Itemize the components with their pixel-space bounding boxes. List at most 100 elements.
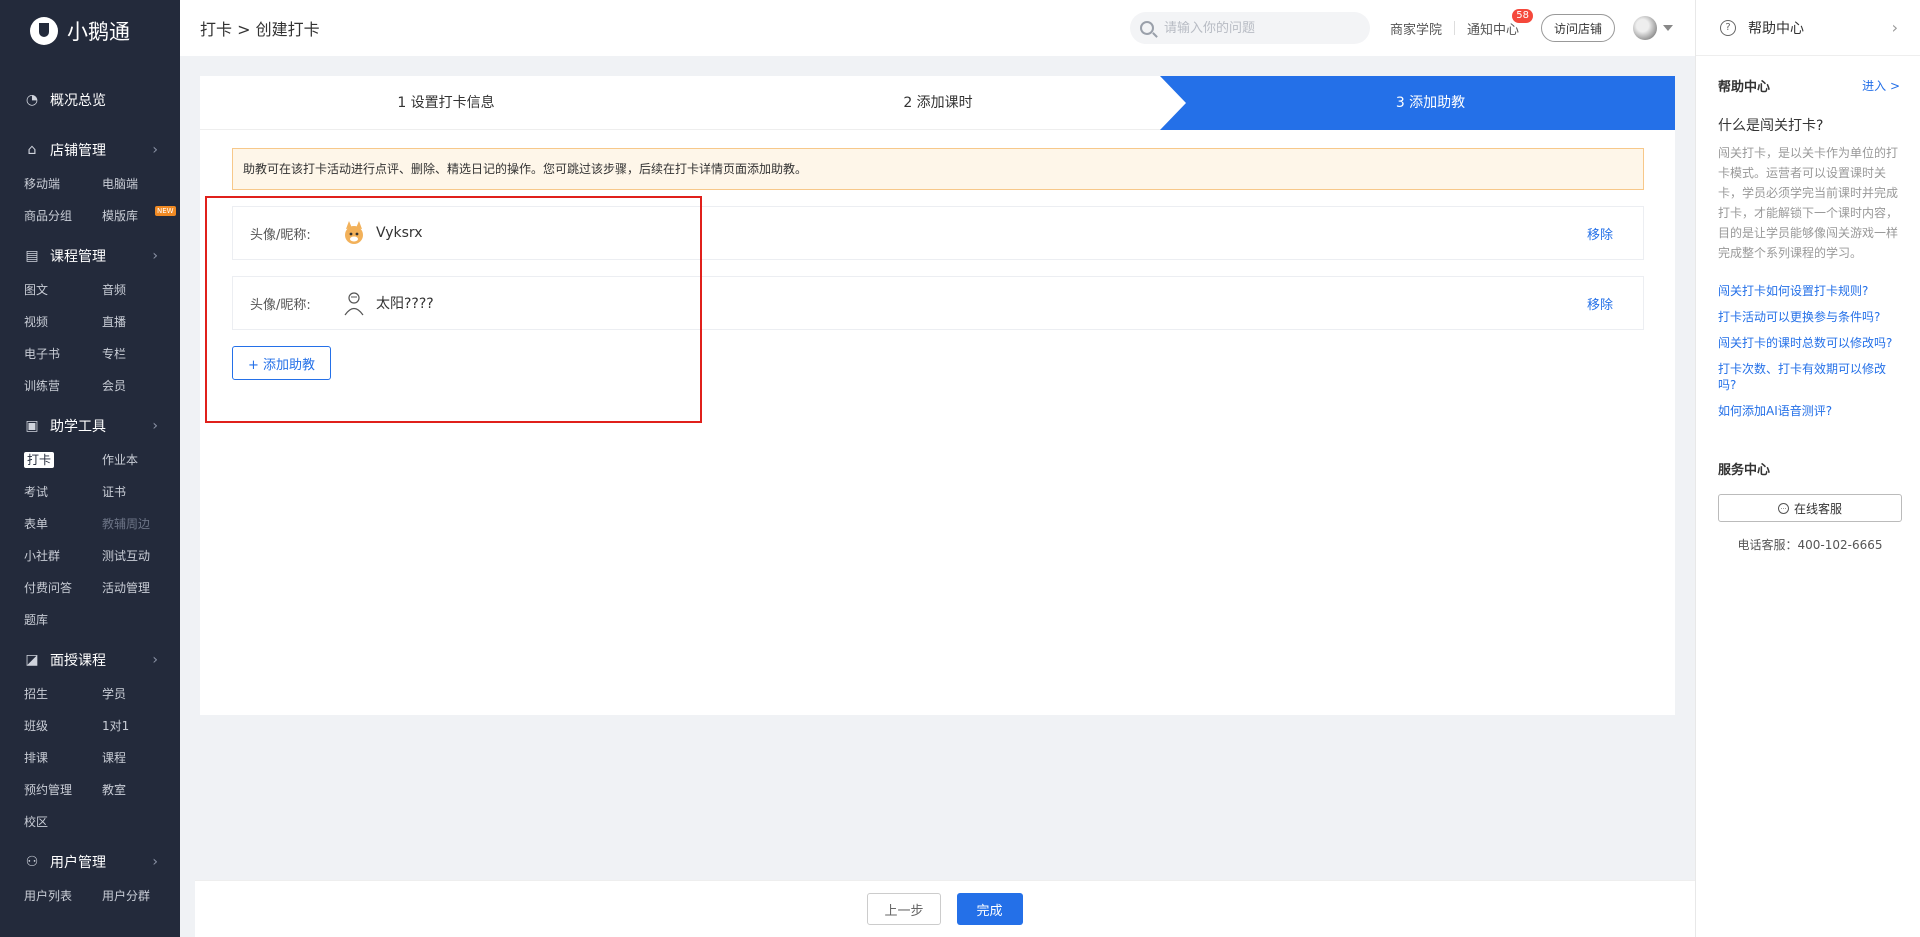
nav-item-question-bank[interactable]: 题库: [24, 604, 102, 636]
logo-icon: [30, 17, 58, 45]
avatar-nickname-label: 头像/昵称:: [250, 227, 311, 243]
sidebar: 小鹅通 ◔ 概况总览 ⌂ 店铺管理 › 移动端 电脑端 商品分组 模版库 NEW …: [0, 0, 180, 937]
assistant-row: 头像/昵称: Vyksrx 移除: [232, 206, 1644, 260]
nav-item-campus[interactable]: 校区: [24, 806, 102, 838]
nav-offline[interactable]: ◪ 面授课程 ›: [24, 642, 158, 678]
step-1: 1 设置打卡信息: [397, 95, 495, 111]
nav-item-class[interactable]: 班级: [24, 710, 102, 742]
breadcrumb: 打卡 > 创建打卡: [200, 20, 320, 39]
academy-link[interactable]: 商家学院: [1390, 19, 1442, 38]
nav-item-one-on-one[interactable]: 1对1: [102, 710, 180, 742]
nav-item-schedule[interactable]: 排课: [24, 742, 102, 774]
assistant-name: Vyksrx: [376, 225, 423, 241]
prev-step-button[interactable]: 上一步: [867, 893, 941, 925]
nav-item-form[interactable]: 表单: [24, 508, 102, 540]
dashboard-icon: ◔: [25, 92, 39, 108]
caret-down-icon[interactable]: [1663, 25, 1673, 31]
help-link[interactable]: 闯关打卡如何设置打卡规则?: [1718, 283, 1900, 299]
nav-item-enroll[interactable]: 招生: [24, 678, 102, 710]
help-panel-header[interactable]: ? 帮助中心 ›: [1696, 0, 1920, 56]
nav-item-product-group[interactable]: 商品分组: [24, 200, 102, 232]
search-input[interactable]: [1163, 20, 1354, 36]
nav-item-user-segment[interactable]: 用户分群: [102, 880, 180, 912]
nav-item-certificate[interactable]: 证书: [102, 476, 180, 508]
nav-item-activity[interactable]: 活动管理: [102, 572, 180, 604]
service-phone: 电话客服：400-102-6665: [1737, 538, 1883, 552]
nav-item-pc[interactable]: 电脑端: [102, 168, 180, 200]
nav-item-template[interactable]: 模版库 NEW: [102, 200, 180, 232]
nav-item-community[interactable]: 小社群: [24, 540, 102, 572]
help-description: 闯关打卡，是以关卡作为单位的打卡模式。运营者可以设置课时关卡，学员必须学完当前课…: [1718, 146, 1899, 260]
nav-item-mobile[interactable]: 移动端: [24, 168, 102, 200]
notice-center-label: 通知中心: [1466, 22, 1519, 38]
nav-item-checkin-label: 打卡: [24, 452, 55, 468]
nav-store-label: 店铺管理: [50, 143, 106, 159]
help-link[interactable]: 如何添加AI语音测评?: [1718, 403, 1900, 419]
notice-count-badge: 58: [1512, 8, 1533, 23]
nav-item-member[interactable]: 会员: [102, 370, 180, 402]
service-center-title: 服务中心: [1718, 463, 1771, 478]
steps-bar: 1 设置打卡信息 2 添加课时 3 添加助教: [200, 76, 1675, 130]
nav-course[interactable]: ▤ 课程管理 ›: [24, 238, 158, 274]
nav-offline-label: 面授课程: [50, 653, 106, 669]
footer-bar: 上一步 完成: [195, 880, 1695, 937]
nav-item-audio[interactable]: 音频: [102, 274, 180, 306]
logo[interactable]: 小鹅通: [0, 0, 180, 62]
avatar-nickname-label: 头像/昵称:: [250, 297, 311, 313]
nav-item-paid-qa[interactable]: 付费问答: [24, 572, 102, 604]
nav-item-column[interactable]: 专栏: [102, 338, 180, 370]
nav-item-article[interactable]: 图文: [24, 274, 102, 306]
nav-item-materials[interactable]: 教辅周边: [102, 508, 180, 540]
new-badge: NEW: [155, 206, 176, 216]
help-links: 闯关打卡如何设置打卡规则? 打卡活动可以更换参与条件吗? 闯关打卡的课时总数可以…: [1718, 283, 1900, 419]
nav-tools[interactable]: ▣ 助学工具 ›: [24, 408, 158, 444]
course-icon: ▤: [25, 248, 39, 264]
logo-text: 小鹅通: [67, 20, 130, 44]
add-assistant-button[interactable]: + 添加助教: [232, 346, 332, 380]
main-card: 1 设置打卡信息 2 添加课时 3 添加助教 助教可在该打卡活动进行点评、删除、…: [200, 76, 1675, 715]
remove-link[interactable]: 移除: [1587, 294, 1613, 313]
assistant-row: 头像/昵称: 太阳???? 移除: [232, 276, 1644, 330]
help-panel: ? 帮助中心 › 帮助中心 进入 > 什么是闯关打卡? 闯关打卡，是以关卡作为单…: [1695, 0, 1920, 937]
nav-item-checkin[interactable]: 打卡: [24, 444, 102, 476]
divider: [1453, 21, 1455, 35]
nav-dashboard[interactable]: ◔ 概况总览: [24, 82, 158, 118]
nav-item-camp[interactable]: 训练营: [24, 370, 102, 402]
help-link[interactable]: 打卡活动可以更换参与条件吗?: [1718, 309, 1900, 325]
nav-item-user-list[interactable]: 用户列表: [24, 880, 102, 912]
nav-item-template-label: 模版库: [102, 209, 139, 223]
chevron-right-icon: ›: [152, 142, 158, 158]
nav-item-video[interactable]: 视频: [24, 306, 102, 338]
help-link[interactable]: 闯关打卡的课时总数可以修改吗?: [1718, 335, 1900, 351]
top-header: 打卡 > 创建打卡 商家学院 通知中心 58 访问店铺: [180, 0, 1695, 56]
nav-item-lesson[interactable]: 课程: [102, 742, 180, 774]
online-service-button[interactable]: … 在线客服: [1718, 494, 1902, 522]
nav-item-students[interactable]: 学员: [102, 678, 180, 710]
chat-bubble-icon: …: [1777, 502, 1789, 514]
visit-store-button[interactable]: 访问店铺: [1540, 14, 1615, 42]
info-alert: 助教可在该打卡活动进行点评、删除、精选日记的操作。您可跳过该步骤，后续在打卡详情…: [232, 148, 1644, 190]
help-link[interactable]: 打卡次数、打卡有效期可以修改吗?: [1718, 361, 1900, 393]
step-2: 2 添加课时: [903, 95, 973, 111]
nav-item-ebook[interactable]: 电子书: [24, 338, 102, 370]
nav-item-exam[interactable]: 考试: [24, 476, 102, 508]
nav-item-quiz[interactable]: 测试互动: [102, 540, 180, 572]
user-avatar[interactable]: [1633, 16, 1657, 40]
help-section-title: 帮助中心: [1718, 80, 1771, 95]
chevron-right-icon[interactable]: ›: [1892, 18, 1898, 37]
nav-item-live[interactable]: 直播: [102, 306, 180, 338]
nav-users[interactable]: ⚇ 用户管理 ›: [24, 844, 158, 880]
chevron-right-icon: ›: [152, 418, 158, 434]
nav-item-homework[interactable]: 作业本: [102, 444, 180, 476]
help-enter-link[interactable]: 进入 >: [1862, 77, 1900, 94]
remove-link[interactable]: 移除: [1587, 224, 1613, 243]
nav-users-label: 用户管理: [50, 855, 106, 871]
finish-button[interactable]: 完成: [956, 893, 1023, 925]
nav-item-booking[interactable]: 预约管理: [24, 774, 102, 806]
search-box[interactable]: [1129, 12, 1370, 44]
nav-item-room[interactable]: 教室: [102, 774, 180, 806]
cat-avatar-icon: [340, 219, 368, 247]
notice-center-link[interactable]: 通知中心 58: [1466, 8, 1533, 38]
help-panel-title: 帮助中心: [1748, 20, 1804, 37]
nav-store[interactable]: ⌂ 店铺管理 ›: [24, 132, 158, 168]
